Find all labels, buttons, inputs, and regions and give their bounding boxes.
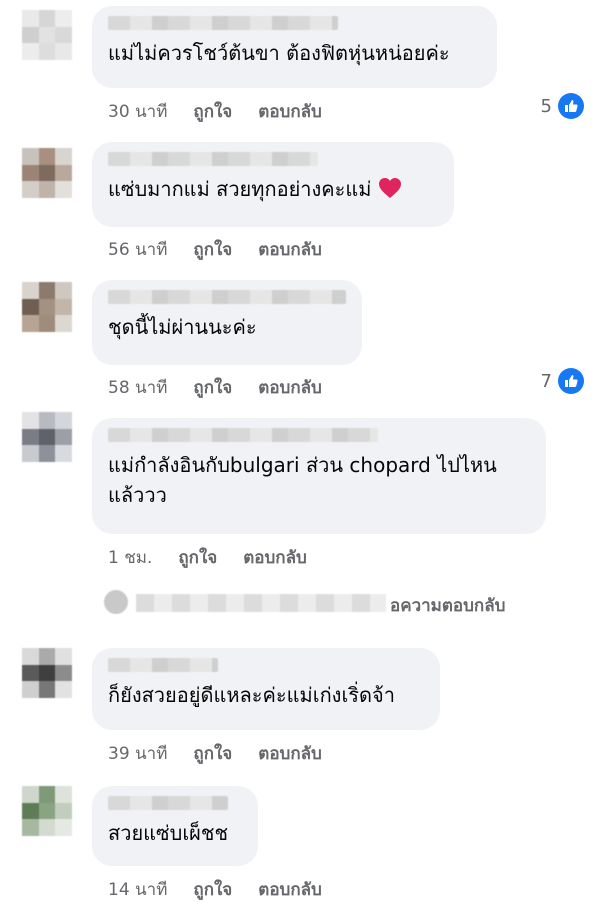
like-count: 7 bbox=[540, 370, 552, 392]
reaction-count[interactable]: 5 bbox=[541, 93, 584, 119]
comment-bubble: แม่กำลังอินกับbulgari ส่วน chopard ไปไหน… bbox=[92, 418, 546, 534]
like-thumb-icon bbox=[558, 368, 584, 394]
comment-text: แซ่บมากแม่ สวยทุกอย่างคะแม่ bbox=[108, 174, 438, 207]
avatar bbox=[104, 590, 128, 614]
reply-button[interactable]: ตอบกลับ bbox=[258, 98, 322, 125]
reply-button[interactable]: ตอบกลับ bbox=[258, 876, 322, 903]
blurred-name bbox=[136, 594, 386, 612]
comment-meta: 39 นาที ถูกใจ ตอบกลับ bbox=[108, 740, 322, 767]
comment-time[interactable]: 58 นาที bbox=[108, 374, 167, 401]
comment-bubble: แม่ไม่ควรโชว์ต้นขา ต้องฟิตหุ่นหน่อยค่ะ bbox=[92, 6, 497, 88]
blurred-name bbox=[108, 152, 318, 166]
reply-button[interactable]: ตอบกลับ bbox=[243, 544, 307, 571]
comment-time[interactable]: 14 นาที bbox=[108, 876, 167, 903]
comment-meta: 14 นาที ถูกใจ ตอบกลับ bbox=[108, 876, 322, 903]
comment-meta: 58 นาที ถูกใจ ตอบกลับ bbox=[108, 374, 322, 401]
blurred-name bbox=[108, 290, 346, 304]
comment-meta: 1 ชม. ถูกใจ ตอบกลับ bbox=[108, 544, 307, 571]
comment-time[interactable]: 56 นาที bbox=[108, 236, 167, 263]
view-replies-link[interactable]: อความตอบกลับ bbox=[104, 590, 584, 616]
reply-preview-text: อความตอบกลับ bbox=[390, 596, 506, 616]
comment-text: ชุดนี้ไม่ผ่านนะค่ะ bbox=[108, 315, 257, 339]
like-count: 5 bbox=[540, 95, 552, 117]
comment-bubble: ก็ยังสวยอยู่ดีแหละค่ะแม่เก่งเริ่ดจ้า bbox=[92, 648, 440, 730]
comment-meta: 30 นาที ถูกใจ ตอบกลับ bbox=[108, 98, 322, 125]
comment-text: สวยแซ่บเผ็ชช bbox=[108, 821, 229, 845]
avatar[interactable] bbox=[22, 412, 72, 462]
comment-bubble: ชุดนี้ไม่ผ่านนะค่ะ bbox=[92, 280, 362, 365]
reply-button[interactable]: ตอบกลับ bbox=[258, 740, 322, 767]
like-button[interactable]: ถูกใจ bbox=[193, 236, 232, 263]
avatar[interactable] bbox=[22, 648, 72, 698]
comment-meta: 56 นาที ถูกใจ ตอบกลับ bbox=[108, 236, 322, 263]
blurred-name bbox=[108, 16, 338, 30]
comment-time[interactable]: 1 ชม. bbox=[108, 544, 152, 571]
like-button[interactable]: ถูกใจ bbox=[193, 740, 232, 767]
like-button[interactable]: ถูกใจ bbox=[193, 374, 232, 401]
comment-time[interactable]: 39 นาที bbox=[108, 740, 167, 767]
avatar[interactable] bbox=[22, 10, 72, 60]
like-button[interactable]: ถูกใจ bbox=[193, 876, 232, 903]
comment-text: ก็ยังสวยอยู่ดีแหละค่ะแม่เก่งเริ่ดจ้า bbox=[108, 683, 395, 707]
comment-text: แม่กำลังอินกับbulgari ส่วน chopard ไปไหน… bbox=[108, 453, 497, 507]
comment-bubble: แซ่บมากแม่ สวยทุกอย่างคะแม่ bbox=[92, 142, 454, 227]
reply-button[interactable]: ตอบกลับ bbox=[258, 374, 322, 401]
blurred-name bbox=[108, 428, 378, 442]
avatar[interactable] bbox=[22, 282, 72, 332]
like-button[interactable]: ถูกใจ bbox=[178, 544, 217, 571]
blurred-name bbox=[108, 658, 218, 672]
like-thumb-icon bbox=[558, 93, 584, 119]
heart-icon bbox=[378, 177, 402, 207]
reaction-count[interactable]: 7 bbox=[541, 368, 584, 394]
like-button[interactable]: ถูกใจ bbox=[193, 98, 232, 125]
comment-time[interactable]: 30 นาที bbox=[108, 98, 167, 125]
comment-bubble: สวยแซ่บเผ็ชช bbox=[92, 786, 258, 866]
comment-text: แม่ไม่ควรโชว์ต้นขา ต้องฟิตหุ่นหน่อยค่ะ bbox=[108, 41, 450, 65]
avatar[interactable] bbox=[22, 148, 72, 198]
avatar[interactable] bbox=[22, 786, 72, 836]
blurred-name bbox=[108, 796, 228, 810]
reply-button[interactable]: ตอบกลับ bbox=[258, 236, 322, 263]
